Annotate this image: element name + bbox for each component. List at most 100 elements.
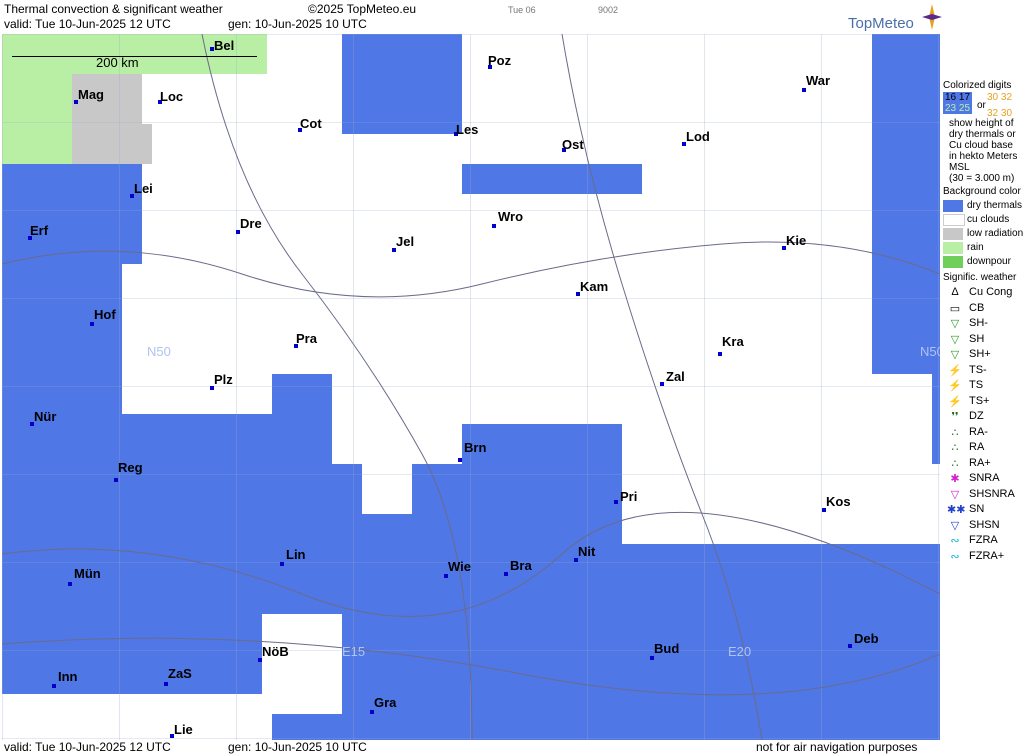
legend-bg-label: downpour: [967, 256, 1011, 267]
city-label[interactable]: Kam: [580, 279, 608, 294]
city-label[interactable]: Cot: [300, 116, 322, 131]
map-footer: valid: Tue 10-Jun-2025 12 UTC gen: 10-Ju…: [0, 740, 1033, 754]
sigwx-sh-icon: ▽: [950, 333, 960, 346]
city-marker: [114, 478, 118, 482]
city-label[interactable]: Plz: [214, 372, 233, 387]
sigwx-label: SH: [969, 332, 985, 345]
copyright-text: ©2025 TopMeteo.eu: [308, 2, 417, 16]
city-marker: [68, 582, 72, 586]
sigwx-sn-icon: ✱✱: [947, 504, 966, 516]
compass-icon: [922, 4, 942, 30]
city-marker: [718, 352, 722, 356]
sigwx-fzra--icon: ∾: [950, 550, 960, 563]
city-label[interactable]: Gra: [374, 695, 396, 710]
city-label[interactable]: Mün: [74, 566, 101, 581]
city-label[interactable]: Kos: [826, 494, 851, 509]
city-marker: [370, 710, 374, 714]
legend-swatch: [943, 228, 963, 240]
city-label[interactable]: Ost: [562, 137, 584, 152]
city-label[interactable]: Inn: [58, 669, 78, 684]
city-label[interactable]: Mag: [78, 87, 104, 102]
city-label[interactable]: Bel: [214, 38, 234, 53]
city-label[interactable]: ZaS: [168, 666, 192, 681]
legend-desc: MSL: [949, 162, 970, 173]
sigwx-ra--icon: ∴: [951, 457, 959, 470]
sigwx-cu-cong-icon: Δ: [951, 286, 959, 298]
city-marker: [504, 572, 508, 576]
city-label[interactable]: Pra: [296, 331, 317, 346]
legend-desc: show height of: [949, 118, 1014, 129]
legend-swatch: [943, 256, 963, 268]
sigwx-label: TS+: [969, 394, 990, 407]
legend-bg-label: low radiation: [967, 228, 1024, 239]
sigwx-shsn-icon: ▽: [950, 519, 960, 532]
map-header: Thermal convection & significant weather…: [0, 0, 1033, 34]
city-label[interactable]: Deb: [854, 631, 879, 646]
sigwx-label: RA-: [969, 425, 988, 438]
sigwx-dz-icon: ❜❜: [951, 411, 959, 423]
map-title: Thermal convection & significant weather: [4, 2, 223, 16]
city-label[interactable]: Bud: [654, 641, 679, 656]
city-label[interactable]: NöB: [262, 644, 289, 659]
footer-disclaimer: not for air navigation purposes: [756, 740, 918, 754]
city-label[interactable]: Dre: [240, 216, 262, 231]
sigwx-ra-icon: ∴: [951, 442, 959, 454]
logo-text: TopMeteo: [848, 15, 914, 32]
topmeteo-logo: TopMeteo: [846, 2, 1031, 34]
city-label[interactable]: Lod: [686, 129, 710, 144]
city-label[interactable]: Erf: [30, 223, 48, 238]
city-label[interactable]: Hof: [94, 307, 116, 322]
sigwx-label: DZ: [969, 410, 984, 422]
city-label[interactable]: Poz: [488, 53, 511, 68]
city-label[interactable]: Zal: [666, 369, 685, 384]
city-label[interactable]: Lin: [286, 547, 306, 562]
sigwx-label: SH+: [969, 348, 991, 360]
sigwx-fzra-icon: ∾: [950, 535, 960, 547]
city-label[interactable]: Kie: [786, 233, 806, 248]
valid-time: valid: Tue 10-Jun-2025 12 UTC: [4, 17, 171, 31]
city-label[interactable]: Jel: [396, 234, 414, 249]
city-label[interactable]: Bra: [510, 558, 532, 573]
city-label[interactable]: War: [806, 73, 830, 88]
legend-desc: (30 = 3.000 m): [949, 173, 1015, 184]
city-label[interactable]: Les: [456, 122, 478, 137]
city-marker: [614, 500, 618, 504]
city-label[interactable]: Pri: [620, 489, 637, 504]
map-legend: Colorized digits 16 17 30 32 23 25 or 32…: [941, 78, 1033, 740]
city-label[interactable]: Reg: [118, 460, 143, 475]
legend-bg-label: rain: [967, 242, 984, 253]
sigwx-label: SHSNRA: [969, 487, 1015, 500]
convection-map[interactable]: 200 km N50 N50 E15 E20 Bel Poz War Mag L…: [2, 34, 940, 740]
longitude-label: E20: [728, 644, 752, 659]
legend-background-title: Background color: [943, 186, 1021, 197]
city-marker: [280, 562, 284, 566]
city-label[interactable]: Lei: [134, 181, 153, 196]
sigwx-label: RA+: [969, 456, 991, 469]
sigwx-label: SH-: [969, 317, 988, 329]
sigwx-label: Cu Cong: [969, 286, 1013, 298]
legend-bg-label: cu clouds: [967, 214, 1010, 225]
city-label[interactable]: Nit: [578, 544, 595, 559]
latitude-label: N50: [920, 344, 940, 359]
city-label[interactable]: Wro: [498, 209, 523, 224]
legend-swatch: [943, 200, 963, 212]
city-label[interactable]: Kra: [722, 334, 744, 349]
longitude-label: E15: [342, 644, 366, 659]
latitude-label: N50: [147, 344, 171, 359]
legend-swatch: [943, 242, 963, 254]
map-code: 9002: [598, 5, 619, 15]
city-label[interactable]: Nür: [34, 409, 56, 424]
city-marker: [650, 656, 654, 660]
sigwx-label: TS: [969, 379, 984, 391]
city-label[interactable]: Brn: [464, 440, 486, 455]
legend-sample-dry: 16 17: [943, 92, 973, 103]
legend-swatch: [943, 214, 965, 226]
sigwx-label: FZRA+: [969, 549, 1005, 562]
sigwx-ts--icon: ⚡: [948, 364, 962, 377]
legend-sigwx-title: Signific. weather: [943, 272, 1017, 283]
sigwx-ra--icon: ∴: [951, 426, 959, 439]
city-label[interactable]: Wie: [448, 559, 471, 574]
city-label[interactable]: Lie: [174, 722, 193, 737]
city-label[interactable]: Loc: [160, 89, 183, 104]
sigwx-label: CB: [969, 301, 985, 314]
